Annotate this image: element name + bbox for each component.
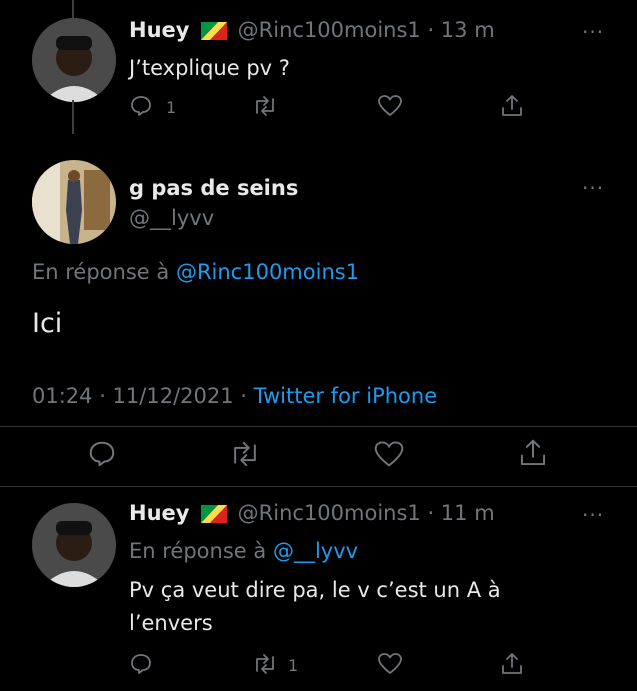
retweet-count: 1 bbox=[288, 656, 299, 675]
more-icon[interactable]: ··· bbox=[582, 503, 604, 527]
reply-button[interactable] bbox=[87, 439, 117, 469]
display-name[interactable]: Huey bbox=[129, 18, 189, 42]
tweet-text: J’texplique pv ? bbox=[129, 56, 290, 80]
reply-to-link[interactable]: @__lyvv bbox=[273, 539, 358, 563]
reply-icon bbox=[131, 654, 151, 674]
divider bbox=[0, 426, 637, 427]
retweet-button[interactable] bbox=[252, 652, 278, 676]
reply-prefix: En réponse à bbox=[32, 260, 170, 284]
more-icon[interactable]: ··· bbox=[582, 176, 604, 200]
tweet-text: Ici bbox=[32, 308, 63, 339]
tweet-header: Huey @Rinc100moins1 · 11 m bbox=[129, 501, 495, 527]
reply-prefix: En réponse à bbox=[129, 539, 267, 563]
share-button[interactable] bbox=[518, 437, 548, 469]
thread-line-top bbox=[72, 0, 74, 18]
retweet-icon bbox=[256, 654, 274, 674]
share-icon bbox=[502, 653, 522, 674]
like-icon bbox=[374, 441, 404, 467]
divider bbox=[0, 486, 637, 487]
reply-icon bbox=[131, 96, 151, 116]
handle-and-time[interactable]: @Rinc100moins1 · 13 m bbox=[238, 18, 495, 42]
like-icon bbox=[378, 653, 402, 674]
avatar[interactable] bbox=[32, 503, 116, 587]
retweet-button[interactable] bbox=[229, 439, 261, 469]
like-icon bbox=[378, 95, 402, 116]
flag-icon bbox=[200, 504, 227, 523]
share-icon bbox=[502, 95, 522, 116]
avatar[interactable] bbox=[32, 160, 116, 244]
more-icon[interactable]: ··· bbox=[582, 20, 604, 44]
reply-button[interactable] bbox=[129, 652, 153, 676]
tweet-meta: 01:24 · 11/12/2021 · Twitter for iPhone bbox=[32, 384, 437, 408]
share-button[interactable] bbox=[500, 651, 524, 677]
display-name[interactable]: g pas de seins bbox=[129, 176, 298, 200]
tweet-datetime[interactable]: 01:24 · 11/12/2021 · bbox=[32, 384, 247, 408]
like-button[interactable] bbox=[377, 94, 403, 118]
avatar[interactable] bbox=[32, 18, 116, 102]
thread-line-bottom bbox=[72, 100, 74, 134]
share-button[interactable] bbox=[500, 93, 524, 119]
handle-and-time[interactable]: @Rinc100moins1 · 11 m bbox=[238, 501, 495, 525]
reply-count: 1 bbox=[166, 98, 177, 117]
tweet-text-line: Pv ça veut dire pa, le v c’est un A à bbox=[129, 578, 501, 602]
reply-context: En réponse à @Rinc100moins1 bbox=[32, 260, 359, 284]
like-button[interactable] bbox=[373, 440, 405, 469]
like-button[interactable] bbox=[377, 652, 403, 676]
flag-icon bbox=[200, 21, 227, 40]
retweet-button[interactable] bbox=[252, 94, 278, 118]
tweet-source-link[interactable]: Twitter for iPhone bbox=[254, 384, 438, 408]
reply-icon bbox=[89, 441, 115, 467]
share-icon bbox=[520, 439, 546, 466]
tweet-header: Huey @Rinc100moins1 · 13 m bbox=[129, 18, 495, 44]
tweet-text-line: l’envers bbox=[129, 611, 213, 635]
display-name[interactable]: Huey bbox=[129, 501, 189, 525]
reply-button[interactable] bbox=[129, 94, 153, 118]
reply-to-link[interactable]: @Rinc100moins1 bbox=[176, 260, 359, 284]
reply-context: En réponse à @__lyvv bbox=[129, 539, 358, 563]
retweet-icon bbox=[256, 96, 274, 116]
handle[interactable]: @__lyvv bbox=[129, 206, 214, 230]
retweet-icon bbox=[234, 441, 256, 467]
